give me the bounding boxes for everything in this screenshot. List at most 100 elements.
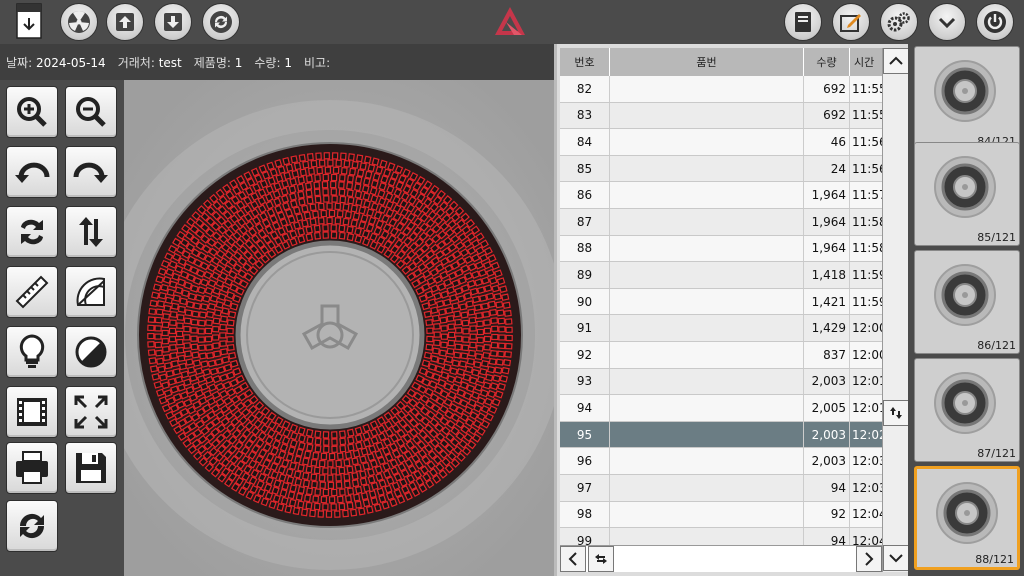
scroll-right-button[interactable]	[856, 546, 882, 572]
rotate-right-icon[interactable]	[65, 146, 117, 198]
zoom-in-icon[interactable]	[6, 86, 58, 138]
table-row[interactable]: 98 9212:04	[560, 501, 882, 529]
scroll-down-button[interactable]	[883, 545, 909, 571]
component-marker	[331, 445, 338, 454]
thumbnail-item[interactable]: 87/121	[914, 358, 1020, 462]
component-marker	[305, 233, 314, 242]
component-marker	[387, 162, 396, 172]
table-row[interactable]: 82 69211:55	[560, 76, 882, 103]
edit-icon[interactable]	[832, 3, 870, 41]
product-field: 제품명: 1	[194, 54, 243, 71]
component-marker	[177, 354, 186, 363]
image-viewer[interactable]	[124, 80, 554, 576]
power-icon[interactable]	[976, 3, 1014, 41]
table-row[interactable]: 83 69211:55	[560, 102, 882, 130]
table-row[interactable]: 85 2411:56	[560, 155, 882, 183]
header-time[interactable]: 시간	[850, 48, 882, 76]
scroll-left-button[interactable]	[560, 546, 586, 572]
component-marker	[158, 291, 167, 300]
table-row[interactable]: 91 1,42912:00	[560, 315, 882, 342]
table-row[interactable]: 92 83712:00	[560, 341, 882, 369]
thumbnail-item[interactable]: 84/121	[914, 46, 1020, 150]
table-row[interactable]: 96 2,00312:03	[560, 448, 882, 475]
table-row[interactable]: 88 1,96411:58	[560, 235, 882, 263]
component-marker	[440, 341, 448, 349]
scroll-thumb[interactable]	[883, 400, 909, 426]
table-row[interactable]: 95 2,00312:02	[560, 421, 882, 449]
thumbnail-item[interactable]: 86/121	[914, 250, 1020, 354]
component-marker	[339, 437, 347, 446]
table-row[interactable]: 84 4611:56	[560, 129, 882, 156]
component-marker	[495, 301, 504, 309]
thumbnail-item[interactable]: 85/121	[914, 142, 1020, 246]
component-marker	[190, 327, 198, 334]
table-row[interactable]: 94 2,00512:01	[560, 395, 882, 422]
component-marker	[468, 349, 476, 357]
table-row[interactable]: 90 1,42111:59	[560, 288, 882, 316]
protractor-icon[interactable]	[65, 266, 117, 318]
table-row[interactable]: 86 1,96411:57	[560, 182, 882, 209]
table-row[interactable]: 97 9412:03	[560, 474, 882, 502]
header-qty[interactable]: 수량	[804, 48, 850, 76]
component-marker	[179, 297, 188, 306]
component-marker	[449, 367, 458, 376]
swap-icon[interactable]	[6, 206, 58, 258]
component-marker	[305, 465, 313, 474]
document-icon[interactable]	[12, 2, 46, 42]
bulb-icon[interactable]	[6, 326, 58, 378]
table-row[interactable]: 93 2,00312:01	[560, 368, 882, 396]
refresh-icon[interactable]	[202, 3, 240, 41]
component-marker	[499, 285, 508, 294]
component-marker	[379, 159, 388, 169]
save-icon[interactable]	[65, 442, 117, 494]
horizontal-scrollbar[interactable]	[560, 545, 882, 572]
component-marker	[309, 217, 317, 226]
flip-icon[interactable]	[65, 206, 117, 258]
table-row[interactable]: 87 1,96411:58	[560, 208, 882, 236]
component-marker	[354, 175, 363, 185]
settings-icon[interactable]	[880, 3, 918, 41]
radiation-icon[interactable]	[60, 3, 98, 41]
component-marker	[356, 168, 365, 178]
component-marker	[272, 494, 281, 503]
scroll-h-thumb[interactable]	[588, 546, 614, 572]
component-marker	[346, 501, 354, 510]
rotate-left-icon[interactable]	[6, 146, 58, 198]
component-marker	[343, 473, 351, 482]
vertical-scrollbar[interactable]	[882, 48, 909, 572]
ruler-icon[interactable]	[6, 266, 58, 318]
component-marker	[168, 280, 178, 289]
contrast-icon[interactable]	[65, 326, 117, 378]
film-icon[interactable]	[6, 386, 58, 438]
component-marker	[378, 479, 387, 489]
table-row[interactable]: 89 1,41811:59	[560, 262, 882, 289]
component-marker	[338, 430, 347, 439]
component-marker	[461, 319, 470, 327]
component-marker	[483, 343, 491, 351]
thumbnail-item[interactable]: 88/121	[914, 466, 1020, 570]
book-icon[interactable]	[784, 3, 822, 41]
chevron-down-icon[interactable]	[928, 3, 966, 41]
chevron-up-icon	[889, 56, 903, 65]
cell-no: 93	[560, 368, 610, 395]
component-marker	[327, 481, 335, 490]
header-part[interactable]: 품번	[610, 48, 804, 76]
header-no[interactable]: 번호	[560, 48, 610, 76]
cell-no: 84	[560, 129, 610, 155]
component-marker	[277, 465, 286, 475]
reload-icon[interactable]	[6, 500, 58, 552]
component-marker	[174, 286, 184, 295]
download-icon[interactable]	[154, 3, 192, 41]
swap-horizontal-icon	[595, 554, 607, 564]
zoom-out-icon[interactable]	[65, 86, 117, 138]
table-row[interactable]: 99 9412:04	[560, 528, 882, 545]
scroll-up-button[interactable]	[883, 48, 909, 74]
component-marker	[339, 488, 346, 496]
component-marker	[166, 288, 176, 297]
upload-icon[interactable]	[106, 3, 144, 41]
component-marker	[476, 375, 486, 384]
fullscreen-icon[interactable]	[65, 386, 117, 438]
print-icon[interactable]	[6, 442, 58, 494]
component-marker	[156, 300, 166, 308]
component-marker	[217, 292, 227, 302]
